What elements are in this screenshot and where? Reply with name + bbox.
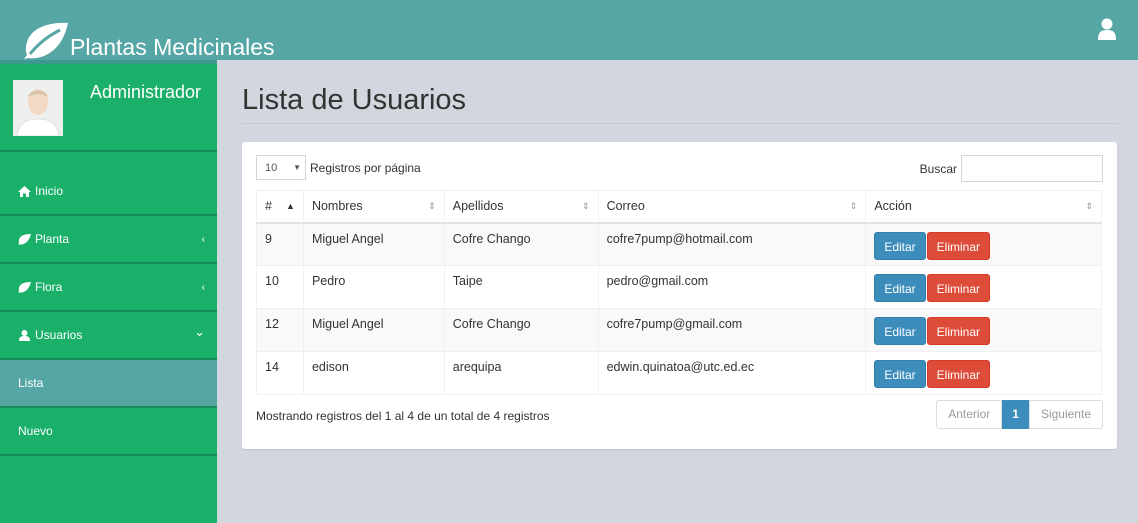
sidebar-item-label: Lista: [18, 376, 44, 390]
delete-button[interactable]: Eliminar: [926, 231, 991, 260]
page-length-value: 10: [265, 161, 278, 174]
top-navbar: Plantas Medicinales: [0, 0, 1138, 60]
users-table: # ▲ Nombres ⇕ Apellidos ⇕ Correo ⇕ Acción ⇕ 9…: [256, 190, 1102, 395]
sidebar-item-label: Inicio: [35, 184, 64, 198]
user-panel: Administrador: [0, 64, 217, 152]
cell-nombres: Pedro: [302, 265, 445, 309]
table-row: 14 edison arequipa edwin.quinatoa@utc.ed…: [256, 351, 1102, 395]
sort-icon: ⇕: [849, 201, 858, 211]
divider: [242, 123, 1118, 124]
cell-id: 9: [256, 222, 304, 266]
leaf-icon: [24, 22, 68, 59]
cell-apellidos: Cofre Chango: [443, 308, 599, 352]
leaf-icon: [18, 233, 31, 245]
sidebar-item-flora[interactable]: Flora ‹: [0, 264, 217, 312]
cell-accion: Editar Eliminar: [865, 308, 1102, 352]
previous-page-button[interactable]: Anterior: [936, 400, 1003, 429]
chevron-left-icon: ‹: [201, 234, 205, 245]
column-header-apellidos[interactable]: Apellidos ⇕: [443, 190, 599, 224]
sidebar-item-label: Usuarios: [35, 328, 83, 342]
sidebar-item-label: Nuevo: [18, 424, 53, 438]
table-row: 12 Miguel Angel Cofre Chango cofre7pump@…: [256, 308, 1102, 352]
page-length-control: 10 ▼ Registros por página: [256, 155, 421, 180]
cell-correo: edwin.quinatoa@utc.ed.ec: [597, 351, 867, 395]
sort-asc-icon: ▲: [286, 201, 295, 211]
cell-correo: cofre7pump@gmail.com: [597, 308, 867, 352]
cell-nombres: edison: [302, 351, 445, 395]
delete-button[interactable]: Eliminar: [926, 360, 991, 388]
table-info: Mostrando registros del 1 al 4 de un tot…: [256, 409, 550, 423]
page-title: Lista de Usuarios: [242, 84, 467, 116]
cell-id: 10: [256, 265, 304, 309]
table-header-row: # ▲ Nombres ⇕ Apellidos ⇕ Correo ⇕ Acción ⇕: [256, 190, 1102, 224]
cell-id: 14: [256, 351, 304, 395]
user-icon[interactable]: [1098, 18, 1116, 40]
sidebar-item-label: Flora: [35, 280, 63, 294]
delete-button[interactable]: Eliminar: [926, 274, 991, 302]
delete-button[interactable]: Eliminar: [926, 317, 991, 345]
sort-icon: ⇕: [582, 201, 590, 211]
edit-button[interactable]: Editar: [874, 360, 926, 388]
caret-down-icon: ▼: [293, 163, 301, 172]
home-icon: [18, 185, 31, 197]
cell-correo: cofre7pump@hotmail.com: [597, 222, 867, 266]
avatar: [13, 80, 63, 136]
sidebar-menu: Inicio Planta ‹ Flora ‹ Usuarios ⌄ Lista: [0, 168, 217, 456]
cell-accion: Editar Eliminar: [865, 265, 1102, 309]
page-1-button[interactable]: 1: [1002, 400, 1029, 429]
search-label: Buscar: [919, 161, 957, 176]
cell-apellidos: Taipe: [443, 265, 599, 309]
sidebar-item-label: Planta: [35, 232, 70, 246]
edit-button[interactable]: Editar: [874, 231, 926, 260]
cell-nombres: Miguel Angel: [302, 308, 445, 352]
user-icon: [19, 329, 30, 341]
cell-accion: Editar Eliminar: [865, 351, 1102, 395]
admin-name: Administrador: [90, 82, 202, 102]
avatar-image: [13, 80, 63, 136]
cell-id: 12: [256, 308, 304, 352]
column-header-nombres[interactable]: Nombres ⇕: [302, 190, 445, 224]
next-page-button[interactable]: Siguiente: [1028, 400, 1103, 429]
edit-button[interactable]: Editar: [874, 274, 926, 302]
cell-apellidos: arequipa: [443, 351, 599, 395]
sort-icon: ⇕: [428, 201, 436, 211]
cell-nombres: Miguel Angel: [302, 222, 445, 266]
search-control: Buscar: [920, 155, 1103, 182]
page-length-select[interactable]: 10 ▼: [256, 155, 306, 180]
edit-button[interactable]: Editar: [874, 317, 926, 345]
sidebar-item-nuevo[interactable]: Nuevo: [0, 408, 217, 456]
content-wrapper: Lista de Usuarios 10 ▼ Registros por pág…: [217, 60, 1138, 523]
users-table-box: 10 ▼ Registros por página Buscar # ▲ Nomb…: [242, 142, 1117, 449]
table-row: 10 Pedro Taipe pedro@gmail.com Editar Eli…: [256, 265, 1102, 309]
chevron-left-icon: ‹: [201, 282, 205, 293]
sidebar-item-planta[interactable]: Planta ‹: [0, 216, 217, 264]
cell-accion: Editar Eliminar: [865, 222, 1102, 266]
sidebar-item-usuarios[interactable]: Usuarios ⌄: [0, 312, 217, 360]
leaf-icon: [18, 281, 31, 293]
page-length-label: Registros por página: [310, 160, 421, 175]
column-header-accion[interactable]: Acción ⇕: [865, 190, 1102, 224]
table-row: 9 Miguel Angel Cofre Chango cofre7pump@h…: [256, 222, 1102, 266]
column-header-correo[interactable]: Correo ⇕: [597, 190, 867, 224]
cell-correo: pedro@gmail.com: [597, 265, 867, 309]
sidebar-item-inicio[interactable]: Inicio: [0, 168, 217, 216]
chevron-down-icon: ⌄: [194, 324, 205, 339]
sort-icon: ⇕: [1085, 201, 1093, 211]
column-header-id[interactable]: # ▲: [256, 190, 304, 224]
brand-title: Plantas Medicinales: [70, 34, 275, 60]
pagination: Anterior 1 Siguiente: [936, 400, 1103, 429]
sidebar-item-lista[interactable]: Lista: [0, 360, 217, 408]
sidebar: Administrador Inicio Planta ‹ Flora ‹ Us…: [0, 60, 217, 523]
search-input[interactable]: [961, 155, 1103, 182]
cell-apellidos: Cofre Chango: [443, 222, 599, 266]
brand[interactable]: Plantas Medicinales: [22, 12, 275, 60]
